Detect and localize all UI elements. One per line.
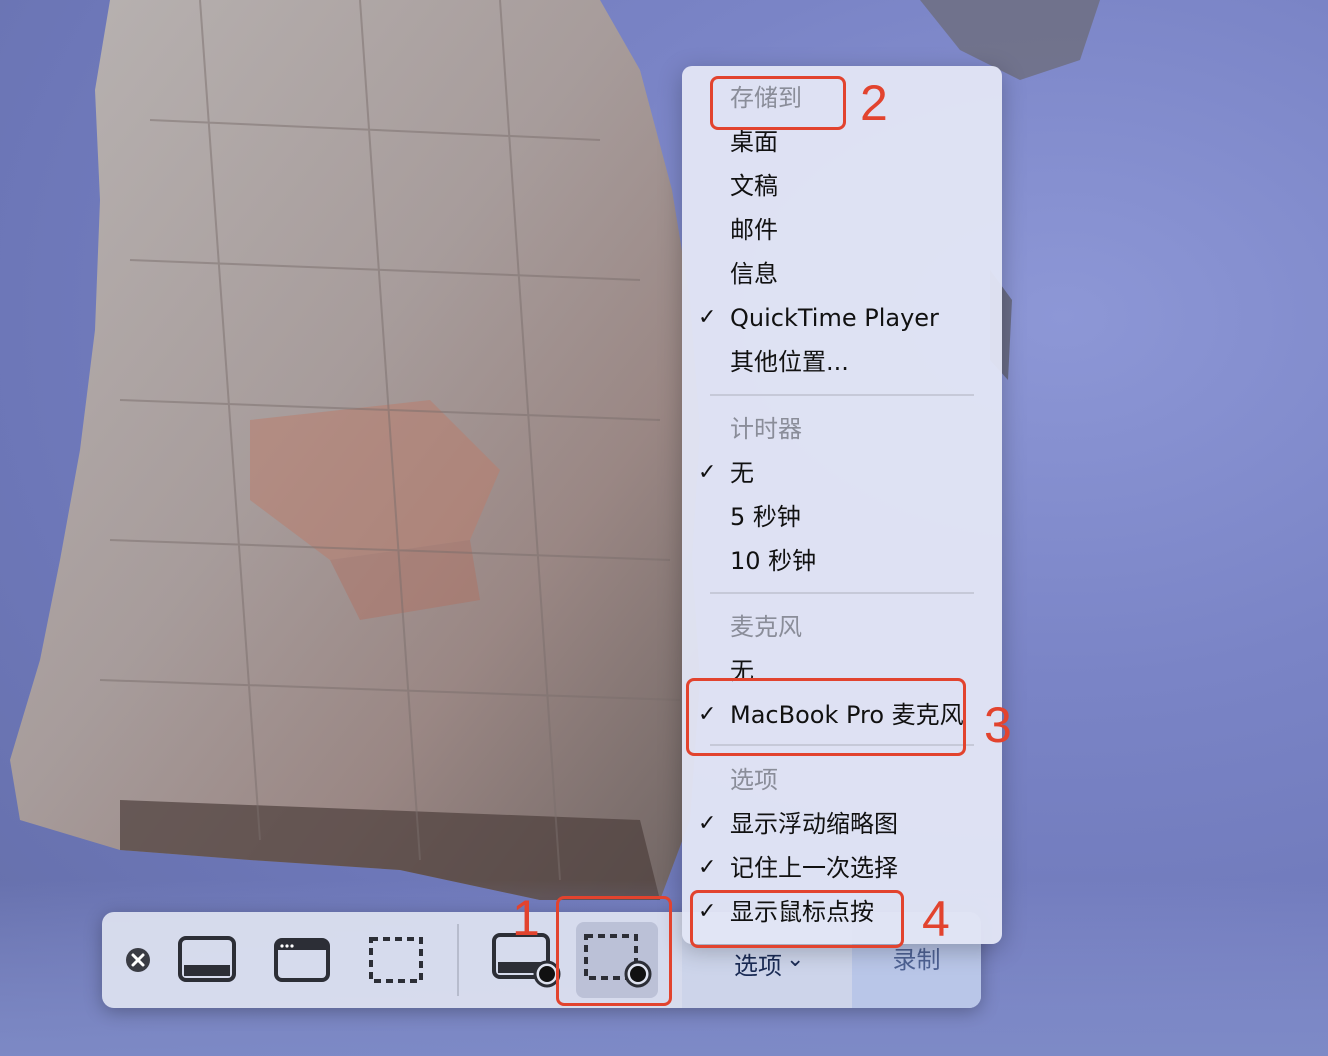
options-button[interactable]: 选项 ⌄ — [734, 946, 804, 981]
annotation-box-2 — [710, 76, 846, 130]
menu-header-microphone: 麦克风 — [682, 607, 1002, 647]
menu-item-label: QuickTime Player — [730, 304, 939, 332]
menu-header-label: 计时器 — [730, 415, 802, 443]
options-menu: 存储到 桌面 文稿 邮件 信息 ✓ QuickTime Player 其他位置.… — [682, 66, 1002, 944]
menu-item-other-location[interactable]: 其他位置... — [682, 342, 1002, 382]
menu-header-options: 选项 — [682, 760, 1002, 800]
menu-item-timer-none[interactable]: ✓ 无 — [682, 453, 1002, 493]
menu-item-documents[interactable]: 文稿 — [682, 166, 1002, 206]
annotation-number-3: 3 — [984, 697, 1012, 753]
menu-item-quicktime-player[interactable]: ✓ QuickTime Player — [682, 298, 1002, 338]
checkmark-icon: ✓ — [698, 855, 717, 880]
capture-selection-icon[interactable] — [366, 934, 426, 986]
menu-item-label: 其他位置... — [730, 348, 849, 376]
menu-item-timer-5s[interactable]: 5 秒钟 — [682, 497, 1002, 537]
menu-item-timer-10s[interactable]: 10 秒钟 — [682, 541, 1002, 581]
capture-window-icon[interactable] — [272, 934, 332, 986]
checkmark-icon: ✓ — [698, 305, 717, 330]
menu-header-label: 麦克风 — [730, 613, 802, 641]
annotation-box-4 — [690, 890, 904, 948]
annotation-number-4: 4 — [922, 891, 950, 947]
annotation-box-1 — [556, 896, 672, 1006]
capture-entire-screen-icon[interactable] — [176, 934, 238, 986]
checkmark-icon: ✓ — [698, 460, 717, 485]
menu-item-mail[interactable]: 邮件 — [682, 210, 1002, 250]
menu-header-timer: 计时器 — [682, 409, 1002, 449]
annotation-number-1: 1 — [512, 890, 540, 946]
close-icon[interactable] — [124, 946, 152, 974]
menu-item-label: 信息 — [730, 260, 778, 288]
menu-item-label: 显示浮动缩略图 — [730, 810, 898, 838]
menu-item-show-floating-thumbnail[interactable]: ✓ 显示浮动缩略图 — [682, 804, 1002, 844]
menu-separator — [710, 592, 974, 594]
chevron-down-icon: ⌄ — [786, 947, 805, 972]
menu-item-messages[interactable]: 信息 — [682, 254, 1002, 294]
menu-header-label: 选项 — [730, 766, 778, 794]
menu-item-label: 无 — [730, 459, 754, 487]
menu-item-remember-last-selection[interactable]: ✓ 记住上一次选择 — [682, 848, 1002, 888]
menu-item-label: 邮件 — [730, 216, 778, 244]
annotation-number-2: 2 — [860, 75, 888, 131]
menu-item-label: 记住上一次选择 — [730, 854, 898, 882]
menu-item-label: 10 秒钟 — [730, 547, 817, 575]
checkmark-icon: ✓ — [698, 811, 717, 836]
annotation-box-3 — [686, 678, 966, 756]
options-label: 选项 — [734, 952, 782, 980]
menu-item-label: 5 秒钟 — [730, 503, 801, 531]
toolbar-divider — [457, 924, 459, 996]
menu-item-label: 文稿 — [730, 172, 778, 200]
menu-separator — [710, 394, 974, 396]
